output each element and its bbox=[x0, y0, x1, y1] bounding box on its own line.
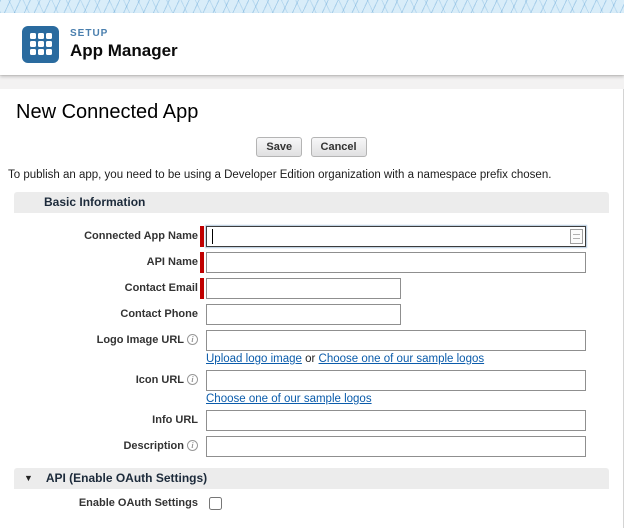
sample-logos-link[interactable]: Choose one of our sample logos bbox=[206, 393, 372, 405]
setup-label: SETUP bbox=[70, 27, 109, 39]
info-url-input[interactable] bbox=[206, 410, 586, 431]
enable-oauth-label: Enable OAuth Settings bbox=[78, 497, 198, 509]
description-label: Description i bbox=[0, 436, 198, 452]
description-input[interactable] bbox=[206, 436, 586, 457]
or-text: or bbox=[305, 353, 316, 365]
contact-email-label: Contact Email bbox=[124, 282, 198, 294]
upload-logo-link[interactable]: Upload logo image bbox=[206, 353, 302, 365]
autofill-icon[interactable] bbox=[570, 229, 583, 244]
text-caret bbox=[212, 229, 213, 244]
required-indicator bbox=[200, 252, 204, 273]
required-indicator bbox=[200, 278, 204, 299]
icon-url-input[interactable] bbox=[206, 370, 586, 391]
icon-helper-links: Choose one of our sample logos bbox=[206, 393, 586, 405]
cancel-button[interactable]: Cancel bbox=[310, 137, 367, 157]
brand-band bbox=[0, 0, 624, 13]
connected-app-name-label: Connected App Name bbox=[84, 230, 198, 242]
basic-information-form: Connected App Name API Name Contact Emai… bbox=[0, 226, 623, 457]
icon-url-label: Icon URL i bbox=[0, 370, 198, 386]
section-oauth-title: API (Enable OAuth Settings) bbox=[45, 471, 208, 485]
contact-phone-label: Contact Phone bbox=[120, 308, 198, 320]
api-name-row: API Name bbox=[0, 252, 623, 273]
connected-app-name-row: Connected App Name bbox=[0, 226, 623, 247]
description-row: Description i bbox=[0, 436, 623, 457]
enable-oauth-checkbox[interactable] bbox=[209, 497, 222, 510]
section-oauth-settings[interactable]: ▼ API (Enable OAuth Settings) bbox=[14, 468, 609, 489]
contact-phone-input[interactable] bbox=[206, 304, 401, 325]
contact-phone-row: Contact Phone bbox=[0, 304, 623, 325]
connected-app-name-input[interactable] bbox=[206, 226, 586, 247]
sample-logos-link[interactable]: Choose one of our sample logos bbox=[319, 353, 485, 365]
contact-email-input[interactable] bbox=[206, 278, 401, 299]
app-manager-icon bbox=[22, 25, 59, 63]
logo-image-url-input[interactable] bbox=[206, 330, 586, 351]
app-manager-title: App Manager bbox=[70, 40, 178, 60]
header-titles: SETUP App Manager bbox=[70, 28, 178, 61]
page-title: New Connected App bbox=[16, 101, 199, 123]
logo-image-url-label: Logo Image URL i bbox=[0, 330, 198, 346]
grid-icon bbox=[29, 33, 52, 55]
button-row: Save Cancel bbox=[0, 137, 623, 157]
icon-url-row: Icon URL i Choose one of our sample logos bbox=[0, 370, 623, 405]
api-name-label: API Name bbox=[146, 256, 198, 268]
background-gap bbox=[0, 75, 624, 89]
info-icon[interactable]: i bbox=[187, 334, 198, 345]
logo-image-url-row: Logo Image URL i Upload logo image or Cho… bbox=[0, 330, 623, 365]
notice-text: To publish an app, you need to be using … bbox=[8, 169, 552, 181]
enable-oauth-row: Enable OAuth Settings bbox=[0, 496, 623, 517]
content-panel: New Connected App Save Cancel To publish… bbox=[0, 89, 624, 528]
contact-email-row: Contact Email bbox=[0, 278, 623, 299]
save-button[interactable]: Save bbox=[256, 137, 303, 157]
collapse-icon[interactable]: ▼ bbox=[24, 468, 33, 489]
info-icon[interactable]: i bbox=[187, 374, 198, 385]
section-basic-title: Basic Information bbox=[44, 195, 146, 209]
info-url-row: Info URL bbox=[0, 410, 623, 431]
api-name-input[interactable] bbox=[206, 252, 586, 273]
setup-header: SETUP App Manager bbox=[0, 13, 624, 75]
info-icon[interactable]: i bbox=[187, 440, 198, 451]
required-indicator bbox=[200, 226, 204, 247]
section-basic-information: Basic Information bbox=[14, 192, 609, 213]
info-url-label: Info URL bbox=[152, 414, 198, 426]
logo-helper-links: Upload logo image or Choose one of our s… bbox=[206, 353, 586, 365]
